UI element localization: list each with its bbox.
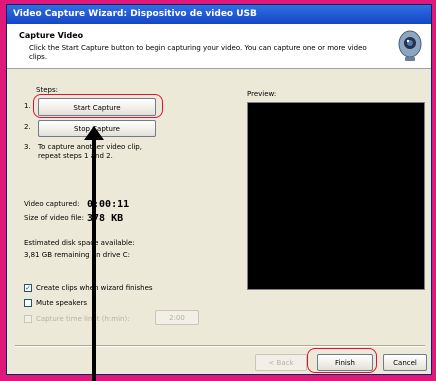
step-3-text: To capture another video clip, repeat st… (38, 143, 142, 160)
step-3-number: 3. (24, 143, 31, 151)
video-preview (247, 102, 425, 290)
start-capture-highlight (33, 94, 163, 118)
time-limit-checkbox[interactable] (24, 315, 32, 323)
finish-highlight (307, 348, 377, 373)
outer-frame: Video Capture Wizard: Dispositivo de vid… (0, 0, 436, 381)
video-captured-label: Video captured: (24, 200, 80, 208)
footer-separator (15, 345, 425, 347)
disk-space-label: Estimated disk space available: (24, 239, 135, 247)
wizard-header: Capture Video Click the Start Capture bu… (7, 24, 431, 69)
time-limit-label: Capture time limit (h:min): (36, 315, 130, 323)
title-bar: Video Capture Wizard: Dispositivo de vid… (7, 5, 431, 24)
preview-label: Preview: (247, 90, 277, 98)
cancel-button[interactable]: Cancel (383, 354, 427, 371)
annotation-arrow-head (84, 126, 104, 140)
create-clips-checkbox[interactable]: ✓ (24, 284, 32, 292)
header-title: Capture Video (19, 31, 84, 40)
back-button[interactable]: < Back (255, 354, 307, 371)
header-description: Click the Start Capture button to begin … (29, 44, 367, 61)
step-2-number: 2. (24, 123, 31, 131)
wizard-window: Video Capture Wizard: Dispositivo de vid… (6, 4, 432, 375)
annotation-arrow-shaft (92, 133, 96, 381)
mute-speakers-label: Mute speakers (36, 299, 88, 307)
step-1-number: 1. (24, 102, 31, 110)
time-limit-input[interactable]: 2:00 (155, 310, 199, 325)
mute-speakers-checkbox[interactable] (24, 299, 32, 307)
disk-space-value: 3,81 GB remaining on drive C: (24, 251, 130, 259)
webcam-icon (398, 30, 422, 61)
size-label: Size of video file: (24, 214, 84, 222)
